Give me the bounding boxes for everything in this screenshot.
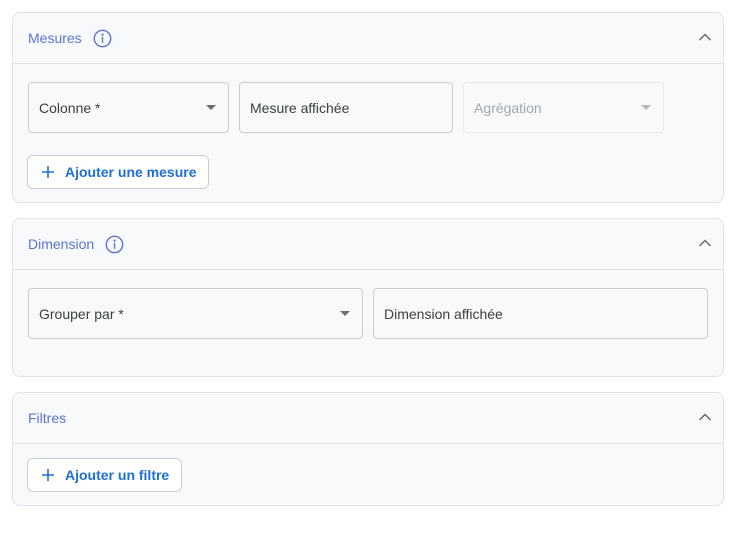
- measure-display-placeholder: Mesure affichée: [250, 99, 350, 116]
- info-icon[interactable]: [93, 29, 112, 48]
- measures-panel-title: Mesures: [28, 30, 82, 46]
- plus-icon: [41, 165, 55, 179]
- filters-panel-header[interactable]: Filtres: [13, 393, 723, 444]
- chevron-up-icon[interactable]: [698, 30, 712, 44]
- dimension-display-input[interactable]: Dimension affichée: [373, 288, 708, 339]
- add-measure-label: Ajouter une mesure: [65, 164, 197, 180]
- dimension-panel-title: Dimension: [28, 236, 95, 252]
- group-by-select-label: Grouper par *: [39, 305, 124, 322]
- column-select-label: Colonne *: [39, 99, 101, 116]
- group-by-select[interactable]: Grouper par *: [28, 288, 363, 339]
- measures-panel: Mesures Colonne * Mesure affichée Agréga…: [12, 12, 724, 203]
- add-filter-label: Ajouter un filtre: [65, 467, 170, 483]
- dropdown-caret-icon: [206, 105, 216, 110]
- add-measure-button[interactable]: Ajouter une mesure: [27, 155, 210, 189]
- column-select[interactable]: Colonne *: [28, 82, 229, 133]
- measures-panel-header[interactable]: Mesures: [13, 13, 723, 64]
- info-icon[interactable]: [105, 235, 124, 254]
- aggregation-select[interactable]: Agrégation: [463, 82, 664, 133]
- measure-display-input[interactable]: Mesure affichée: [239, 82, 453, 133]
- dimension-panel-header[interactable]: Dimension: [13, 219, 723, 270]
- add-filter-button[interactable]: Ajouter un filtre: [27, 458, 183, 492]
- filters-panel-title: Filtres: [28, 410, 67, 426]
- chevron-up-icon[interactable]: [698, 236, 712, 250]
- filters-panel: Filtres Ajouter un filtre: [12, 392, 724, 506]
- dropdown-caret-icon: [340, 311, 350, 316]
- dropdown-caret-icon: [641, 105, 651, 110]
- aggregation-select-label: Agrégation: [474, 99, 542, 116]
- plus-icon: [41, 468, 55, 482]
- dimension-display-placeholder: Dimension affichée: [384, 305, 503, 322]
- dimension-panel: Dimension Grouper par * Dimension affich…: [12, 218, 724, 377]
- chevron-up-icon[interactable]: [698, 410, 712, 424]
